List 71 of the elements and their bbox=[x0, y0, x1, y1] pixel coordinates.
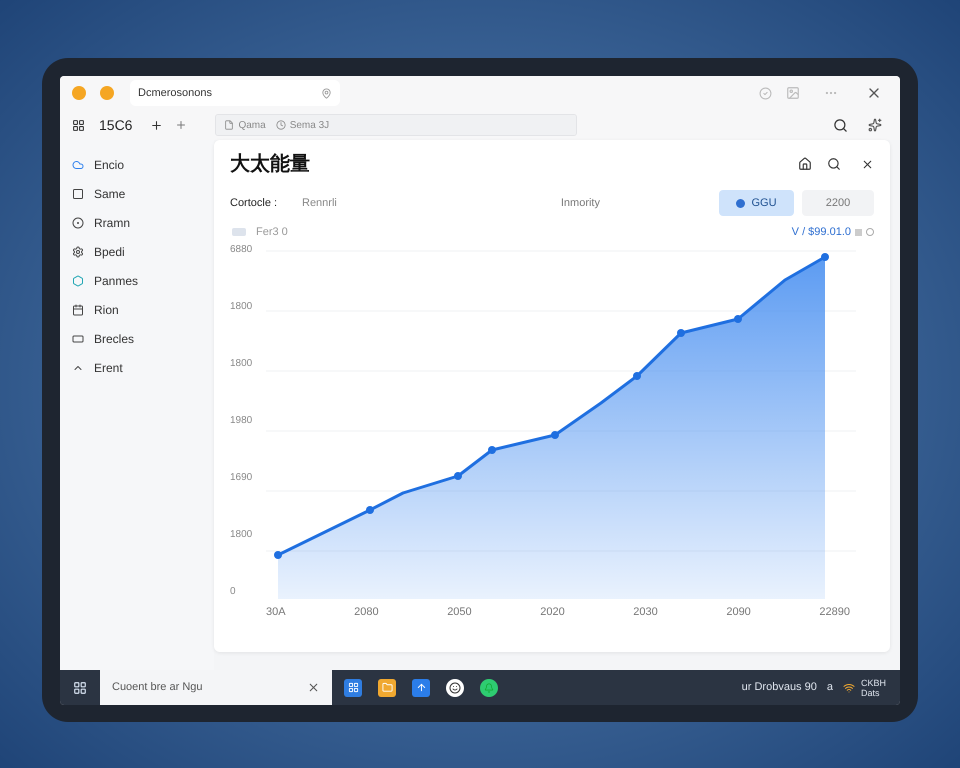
x-axis-label: 2090 bbox=[726, 605, 751, 620]
chart-point bbox=[633, 372, 641, 380]
rectangle-icon bbox=[72, 332, 84, 344]
y-axis-label: 1690 bbox=[230, 472, 254, 484]
toggle-button[interactable]: GGU bbox=[719, 190, 794, 216]
browser-tab[interactable]: Dcmerosonons bbox=[130, 80, 340, 106]
close-icon bbox=[307, 681, 320, 694]
y-axis-label: 1800 bbox=[230, 301, 254, 313]
filter-label: Cortocle : bbox=[230, 196, 278, 211]
x-axis-label: 2020 bbox=[540, 605, 565, 620]
start-icon[interactable] bbox=[73, 680, 87, 694]
y-axis-label: 1800 bbox=[230, 529, 254, 541]
search-icon[interactable] bbox=[827, 157, 841, 171]
wifi-icon[interactable] bbox=[842, 682, 855, 694]
sidebar-item[interactable]: Rramn bbox=[60, 208, 214, 237]
x-axis-label: 30A bbox=[266, 605, 286, 620]
upload-icon[interactable] bbox=[412, 678, 430, 696]
chart-point bbox=[366, 506, 374, 514]
toggle-button[interactable]: 2200 bbox=[802, 190, 874, 216]
panel-title: 大太能量 bbox=[230, 152, 310, 177]
hexagon-icon bbox=[72, 274, 84, 286]
chart-point bbox=[488, 446, 496, 454]
y-axis-label: 1800 bbox=[230, 358, 254, 370]
sidebar-item[interactable]: Same bbox=[60, 179, 214, 208]
search-icon[interactable] bbox=[833, 118, 848, 132]
chart-point bbox=[551, 431, 559, 439]
pin-icon bbox=[321, 88, 332, 98]
total-value: V / $99.01.0 bbox=[792, 224, 851, 240]
x-axis-label: 2080 bbox=[354, 605, 379, 620]
chart-point bbox=[821, 253, 829, 261]
sidebar-item[interactable]: Erent bbox=[60, 353, 214, 382]
clock-text: CKBH Dats bbox=[860, 678, 886, 698]
counter-text: 15C6 bbox=[99, 116, 132, 134]
plus-icon[interactable] bbox=[150, 118, 164, 132]
chart-point bbox=[454, 472, 462, 480]
cloud-icon bbox=[72, 158, 84, 170]
x-axis-label: 2030 bbox=[633, 605, 658, 620]
calendar-icon bbox=[72, 304, 84, 316]
y-axis-label: 6880 bbox=[230, 244, 254, 256]
chart-point bbox=[677, 329, 685, 337]
sidebar-item[interactable]: Bpedi bbox=[60, 237, 214, 266]
chart-point bbox=[274, 551, 282, 559]
square-icon bbox=[855, 228, 862, 236]
home-icon[interactable] bbox=[798, 157, 812, 171]
chart-point bbox=[734, 315, 742, 323]
y-axis-label: 1980 bbox=[230, 415, 254, 427]
file-icon bbox=[224, 120, 234, 130]
taskbar-search-field[interactable]: Cuoent bre ar Ngu bbox=[100, 670, 332, 705]
square-icon bbox=[72, 188, 84, 200]
smile-icon[interactable] bbox=[446, 678, 464, 696]
close-icon[interactable] bbox=[861, 158, 874, 170]
sparkle-icon[interactable] bbox=[868, 118, 882, 132]
sidebar-item[interactable]: Brecles bbox=[60, 324, 214, 353]
legend-label: Fer3 0 bbox=[256, 224, 288, 240]
sidebar-item[interactable]: Encio bbox=[60, 150, 214, 179]
status-indicator: a bbox=[826, 680, 833, 696]
x-axis-label: 2050 bbox=[447, 605, 472, 620]
folder-icon[interactable] bbox=[378, 678, 396, 696]
clock-icon bbox=[276, 120, 286, 130]
column-label: Inmority bbox=[560, 196, 600, 211]
filter-value[interactable]: Rennrli bbox=[302, 194, 337, 212]
sidebar-item[interactable]: Panmes bbox=[60, 266, 214, 295]
app-icon[interactable] bbox=[344, 678, 362, 696]
sidebar-item[interactable]: Rion bbox=[60, 295, 214, 324]
y-axis-label: 0 bbox=[230, 586, 237, 598]
legend-swatch-icon bbox=[232, 228, 246, 236]
grid-icon[interactable] bbox=[72, 118, 85, 132]
status-text: ur Drobvaus 90 bbox=[742, 680, 817, 696]
gear-icon bbox=[72, 246, 84, 258]
circle-icon bbox=[72, 216, 84, 228]
x-axis-label: 22890 bbox=[819, 605, 850, 620]
